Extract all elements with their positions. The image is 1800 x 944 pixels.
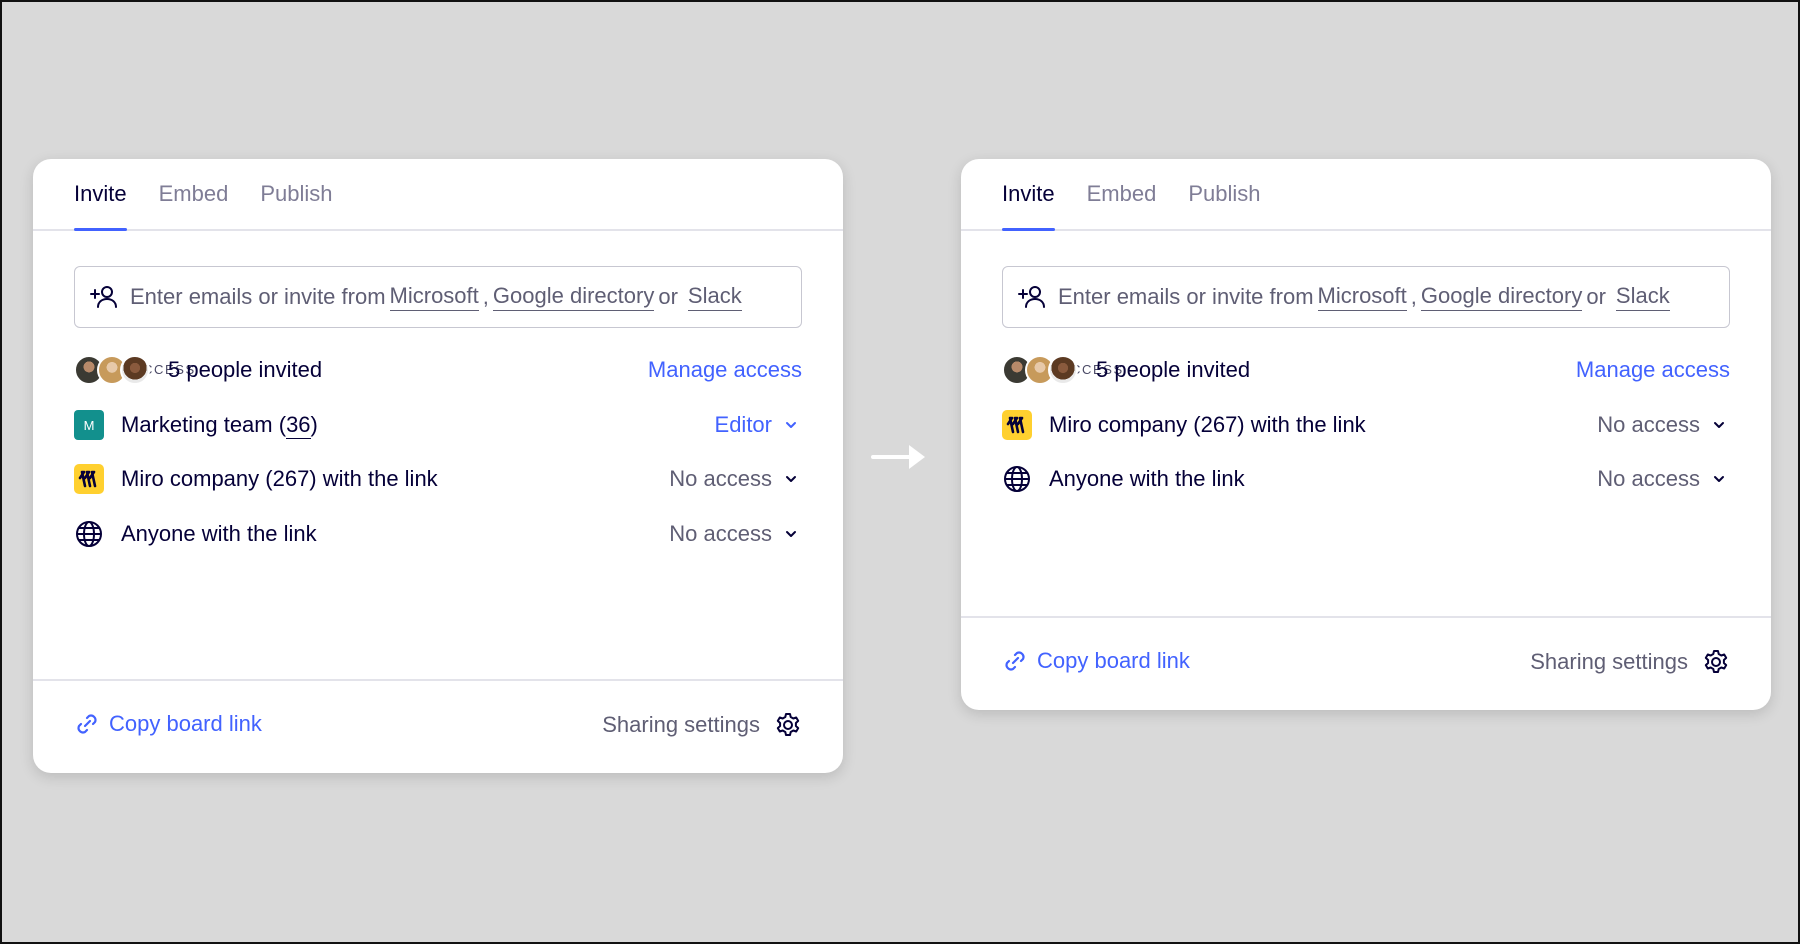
miro-logo-icon [1002, 410, 1032, 440]
company-access-value: No access [669, 466, 772, 491]
team-row: M Marketing team (36) Editor [74, 405, 802, 445]
tab-publish[interactable]: Publish [260, 181, 332, 229]
microsoft-link[interactable]: Microsoft [1317, 283, 1407, 311]
slack-link[interactable]: Slack [687, 283, 742, 311]
team-name-close: ) [310, 412, 318, 437]
gear-icon [776, 713, 800, 736]
tab-embed[interactable]: Embed [159, 181, 229, 229]
team-avatar: M [74, 410, 104, 440]
tab-invite[interactable]: Invite [1002, 181, 1055, 231]
people-invited-label: 5 people invited [1096, 357, 1251, 382]
or-text: or [1586, 284, 1606, 309]
globe-icon [76, 521, 102, 547]
or-text: or [658, 284, 678, 309]
tab-embed[interactable]: Embed [1087, 181, 1157, 229]
anyone-label: Anyone with the link [121, 521, 317, 546]
comma-text: , [1410, 284, 1417, 309]
microsoft-link[interactable]: Microsoft [389, 283, 479, 311]
company-access-dropdown[interactable]: No access [669, 466, 802, 492]
anyone-row: Anyone with the link No access [74, 514, 802, 554]
arrow-right-icon [871, 445, 925, 469]
company-row: Miro company (267) with the link No acce… [1002, 405, 1730, 445]
add-user-icon [1018, 286, 1045, 308]
chevron-down-icon [1714, 476, 1724, 482]
company-access-value: No access [1597, 412, 1700, 437]
team-count[interactable]: 36 [286, 412, 311, 439]
chevron-down-icon [786, 422, 796, 428]
miro-logo-icon [74, 464, 104, 494]
avatar [1048, 355, 1078, 385]
chevron-down-icon [1714, 422, 1724, 428]
invite-input[interactable]: Enter emails or invite from Microsoft, G… [74, 266, 802, 328]
people-invited-row: 5 people invited Manage access [74, 350, 802, 390]
google-directory-link[interactable]: Google directory [492, 283, 655, 311]
share-panel-before: Invite Embed Publish Enter emails or inv… [33, 159, 843, 773]
anyone-row: Anyone with the link No access [1002, 459, 1730, 499]
team-name: Marketing team ( [121, 412, 287, 437]
chevron-down-icon [786, 531, 796, 537]
avatar-stack [1002, 355, 1078, 385]
team-role-value: Editor [714, 412, 772, 437]
company-label: Miro company (267) with the link [121, 466, 438, 491]
slack-link[interactable]: Slack [1615, 283, 1670, 311]
manage-access-link[interactable]: Manage access [1576, 357, 1730, 383]
screenshot-frame: Invite Embed Publish Enter emails or inv… [0, 0, 1800, 944]
link-icon [1005, 651, 1025, 671]
invite-placeholder: Enter emails or invite from [130, 284, 386, 309]
tab-bar: Invite Embed Publish [961, 159, 1771, 231]
anyone-access-value: No access [669, 521, 772, 546]
copy-board-link-label: Copy board link [109, 711, 262, 736]
tab-publish[interactable]: Publish [1188, 181, 1260, 229]
company-label: Miro company (267) with the link [1049, 412, 1366, 437]
anyone-access-dropdown[interactable]: No access [1597, 466, 1730, 492]
invite-input[interactable]: Enter emails or invite from Microsoft, G… [1002, 266, 1730, 328]
invite-placeholder: Enter emails or invite from [1058, 284, 1314, 309]
comma-text: , [482, 284, 489, 309]
team-role-dropdown[interactable]: Editor [715, 412, 802, 438]
anyone-access-value: No access [1597, 466, 1700, 491]
panel-footer: Copy board link Sharing settings [961, 616, 1771, 710]
sharing-settings-button[interactable]: Sharing settings [602, 711, 802, 739]
google-directory-link[interactable]: Google directory [1420, 283, 1583, 311]
globe-icon [1004, 466, 1030, 492]
avatar-stack [74, 355, 150, 385]
gear-icon [1704, 650, 1728, 673]
company-access-dropdown[interactable]: No access [1597, 412, 1730, 438]
tab-invite[interactable]: Invite [74, 181, 127, 231]
copy-board-link-button[interactable]: Copy board link [74, 711, 262, 737]
anyone-access-dropdown[interactable]: No access [669, 521, 802, 547]
link-icon [77, 714, 97, 734]
sharing-settings-label: Sharing settings [1530, 649, 1688, 674]
anyone-label: Anyone with the link [1049, 466, 1245, 491]
tab-bar: Invite Embed Publish [33, 159, 843, 231]
share-panel-after: Invite Embed Publish Enter emails or inv… [961, 159, 1771, 710]
people-invited-row: 5 people invited Manage access [1002, 350, 1730, 390]
copy-board-link-button[interactable]: Copy board link [1002, 648, 1190, 674]
panel-footer: Copy board link Sharing settings [33, 679, 843, 773]
copy-board-link-label: Copy board link [1037, 648, 1190, 673]
sharing-settings-label: Sharing settings [602, 712, 760, 737]
people-invited-label: 5 people invited [168, 357, 323, 382]
sharing-settings-button[interactable]: Sharing settings [1530, 648, 1730, 676]
manage-access-link[interactable]: Manage access [648, 357, 802, 383]
add-user-icon [90, 286, 117, 308]
chevron-down-icon [786, 476, 796, 482]
company-row: Miro company (267) with the link No acce… [74, 459, 802, 499]
avatar [120, 355, 150, 385]
